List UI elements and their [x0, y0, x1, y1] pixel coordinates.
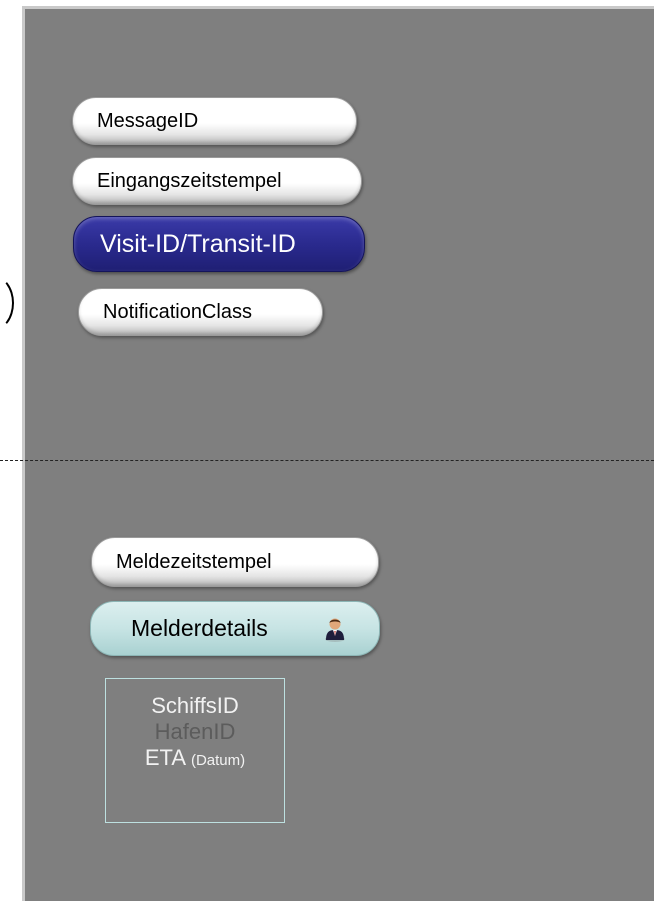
field-label: MessageID: [97, 109, 199, 132]
field-label: Eingangszeitstempel: [97, 169, 282, 192]
field-eingangszeitstempel: Eingangszeitstempel: [72, 157, 362, 205]
field-label: NotificationClass: [103, 300, 252, 323]
field-notification-class: NotificationClass: [78, 288, 323, 336]
field-label: Visit-ID/Transit-ID: [100, 229, 296, 258]
field-label: Meldezeitstempel: [116, 550, 272, 573]
schiffs-id-label: SchiffsID: [151, 693, 239, 718]
field-meldezeitstempel: Meldezeitstempel: [91, 537, 379, 587]
eta-label: ETA: [144, 745, 185, 770]
section-divider: [0, 460, 654, 461]
field-message-id: MessageID: [72, 97, 357, 145]
field-visit-transit-id: Visit-ID/Transit-ID: [73, 216, 365, 272]
vessel-info-box: SchiffsID HafenID ETA (Datum): [105, 678, 285, 823]
eta-line: ETA (Datum): [145, 745, 245, 774]
connector-arc: [0, 275, 14, 331]
field-melderdetails: Melderdetails: [90, 601, 380, 656]
person-icon: [325, 618, 345, 642]
eta-date-hint: (Datum): [190, 752, 246, 769]
hafen-id-label: HafenID: [154, 719, 236, 744]
field-label: Melderdetails: [131, 615, 268, 641]
